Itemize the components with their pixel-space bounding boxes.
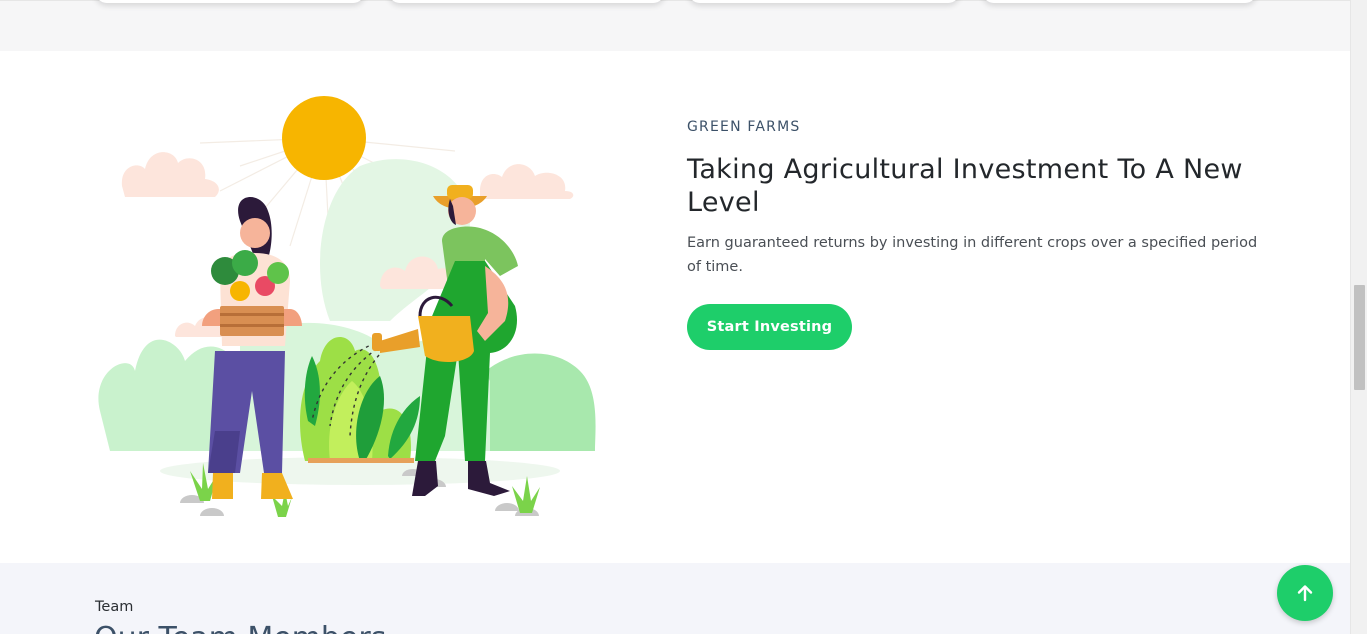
planter-edge [308, 458, 414, 463]
service-card [688, 0, 960, 3]
stone [495, 503, 519, 511]
hero-content: GREEN FARMS Taking Agricultural Investme… [687, 119, 1287, 350]
page-viewport: GREEN FARMS Taking Agricultural Investme… [0, 0, 1367, 634]
scrollbar-thumb[interactable] [1354, 285, 1365, 390]
cloud [480, 164, 574, 199]
farmers-illustration [98, 96, 596, 517]
team-section: Team Our Team Members [0, 563, 1350, 634]
hero-headline: Taking Agricultural Investment To A New … [687, 154, 1243, 218]
page-scrollbar[interactable] [1350, 0, 1367, 634]
service-card [388, 0, 665, 3]
hero-eyebrow: GREEN FARMS [687, 119, 801, 135]
start-investing-button[interactable]: Start Investing [687, 304, 852, 350]
team-title: Our Team Members [94, 621, 386, 634]
stone [200, 508, 224, 516]
cloud [121, 152, 219, 197]
arrow-up-icon [1297, 585, 1313, 602]
back-to-top-button[interactable] [1277, 565, 1333, 621]
hero-description: Earn guaranteed returns by investing in … [687, 235, 1258, 275]
sun [282, 96, 366, 180]
hero-section: GREEN FARMS Taking Agricultural Investme… [0, 51, 1350, 563]
service-card [95, 0, 365, 3]
team-eyebrow: Team [95, 599, 134, 615]
services-section-bottom [0, 0, 1350, 51]
service-card [982, 0, 1257, 3]
